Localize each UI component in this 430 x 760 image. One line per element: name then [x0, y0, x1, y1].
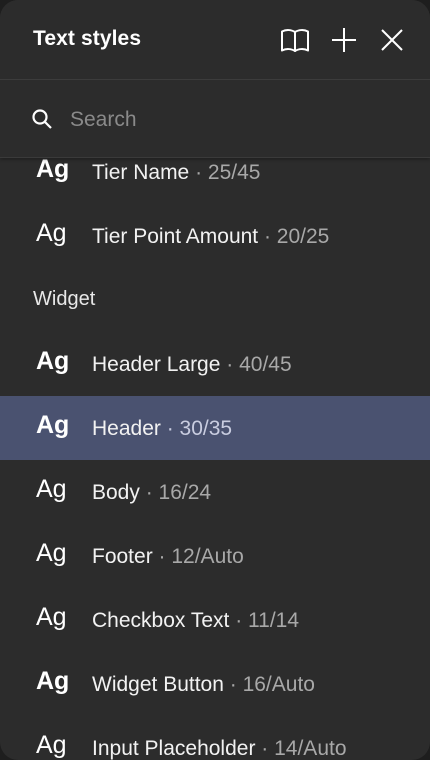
text-style-meta: · 40/45	[220, 353, 292, 376]
panel-title: Text styles	[33, 27, 142, 50]
text-style-name: Input Placeholder	[92, 737, 256, 760]
text-style-name: Checkbox Text	[92, 609, 230, 632]
text-style-list: Ag Tier Name · 25/45 Ag Tier Point Amoun…	[0, 140, 430, 760]
text-style-name: Footer	[92, 545, 153, 568]
text-style-preview: Ag	[36, 347, 70, 375]
text-style-preview: Ag	[36, 731, 67, 759]
text-style-name: Tier Name	[92, 161, 190, 184]
list-item-tier-point-amount[interactable]: Ag Tier Point Amount · 20/25	[0, 204, 430, 268]
search-icon	[30, 107, 54, 131]
text-style-preview: Ag	[36, 603, 67, 631]
list-item-header[interactable]: Ag Header · 30/35	[0, 396, 430, 460]
text-style-meta: · 20/25	[258, 225, 330, 248]
text-style-preview: Ag	[36, 475, 67, 503]
list-item-input-placeholder[interactable]: Ag Input Placeholder · 14/Auto	[0, 716, 430, 760]
text-style-meta: · 16/24	[139, 481, 212, 504]
plus-icon[interactable]	[328, 24, 360, 56]
text-style-meta: · 30/35	[160, 417, 233, 440]
search-bar	[0, 80, 430, 158]
text-style-meta: · 12/Auto	[152, 545, 244, 568]
list-item-widget-button[interactable]: Ag Widget Button · 16/Auto	[0, 652, 430, 716]
text-style-name: Header	[92, 417, 161, 440]
text-style-meta: · 16/Auto	[223, 673, 315, 696]
text-style-preview: Ag	[36, 411, 70, 439]
list-item-checkbox-text[interactable]: Ag Checkbox Text · 11/14	[0, 588, 430, 652]
text-style-name: Tier Point Amount	[92, 225, 259, 248]
search-input[interactable]	[70, 102, 400, 138]
text-style-meta: · 11/14	[229, 609, 300, 632]
close-icon[interactable]	[376, 24, 408, 56]
book-icon[interactable]	[279, 24, 311, 56]
list-item-footer[interactable]: Ag Footer · 12/Auto	[0, 524, 430, 588]
list-item-header-large[interactable]: Ag Header Large · 40/45	[0, 332, 430, 396]
text-styles-panel: Text styles Search Ag Tier Name · 25/45 …	[0, 0, 430, 760]
text-style-meta: · 25/45	[189, 161, 261, 184]
text-style-preview: Ag	[36, 155, 70, 183]
panel-header: Text styles	[0, 0, 430, 80]
text-style-meta: · 14/Auto	[255, 737, 347, 760]
section-label-widget: Widget	[33, 288, 96, 310]
text-style-preview: Ag	[36, 219, 67, 247]
text-style-preview: Ag	[36, 539, 67, 567]
text-style-name: Body	[92, 481, 140, 504]
text-style-preview: Ag	[36, 667, 70, 695]
text-style-name: Widget Button	[92, 673, 224, 696]
text-style-name: Header Large	[92, 353, 221, 376]
list-item-body[interactable]: Ag Body · 16/24	[0, 460, 430, 524]
